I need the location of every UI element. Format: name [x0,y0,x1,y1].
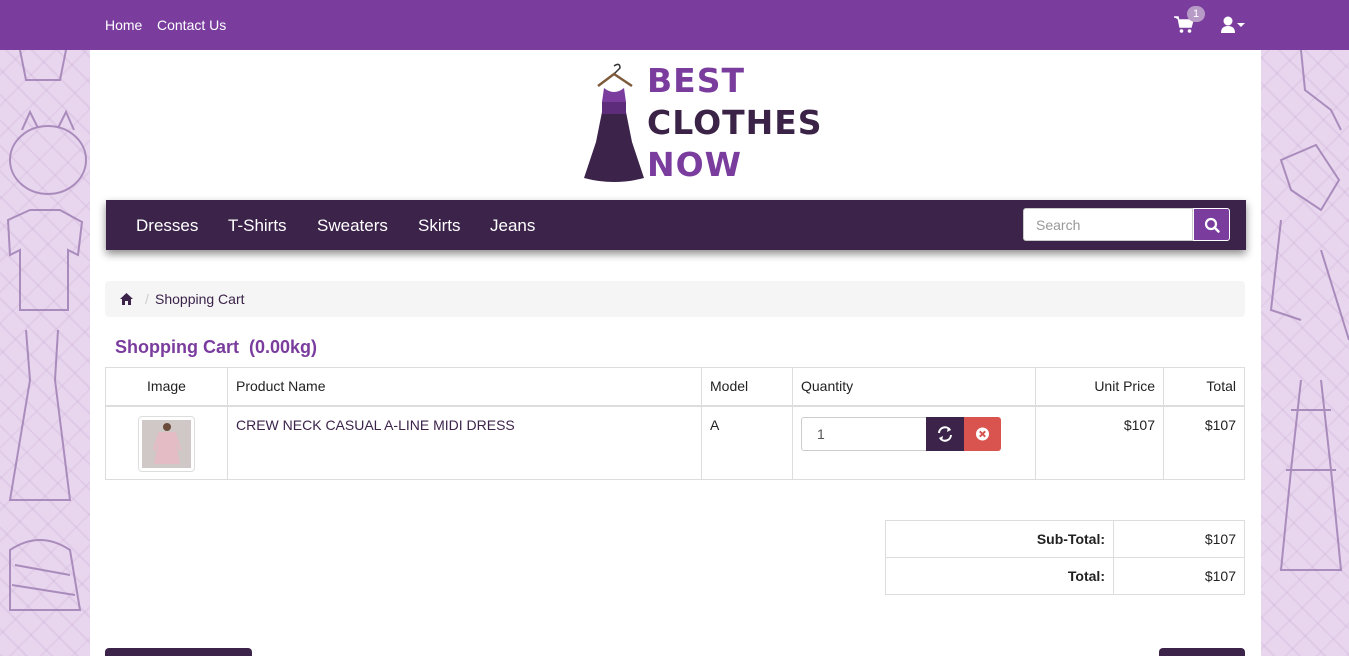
column-header-quantity: Quantity [792,367,1036,407]
total-label: Total: [885,557,1114,595]
nav-item-dresses[interactable]: Dresses [136,216,198,236]
cart-table-header: Image Product Name Model Quantity Unit P… [105,367,1245,407]
home-icon[interactable] [120,293,133,305]
logo-line-best: BEST [647,61,745,100]
breadcrumb-item-shopping-cart[interactable]: Shopping Cart [155,291,245,307]
model-cell: A [701,405,793,480]
remove-circle-icon [976,427,989,440]
subtotal-value: $107 [1113,520,1245,558]
breadcrumb: / Shopping Cart [105,281,1245,317]
quantity-group [801,416,1001,451]
column-header-unit-price: Unit Price [1035,367,1164,407]
update-quantity-button[interactable] [926,416,964,451]
table-row: CREW NECK CASUAL A-LINE MIDI DRESS A 1 $… [105,405,1245,480]
category-nav: Dresses T-Shirts Sweaters Skirts Jeans [106,200,1246,250]
product-image-cell [105,405,228,480]
contact-us-link[interactable]: Contact Us [157,17,226,33]
background-pattern-left [6,50,87,611]
caret-down-icon [1237,23,1245,27]
product-name-cell: CREW NECK CASUAL A-LINE MIDI DRESS [227,405,702,480]
subtotal-label: Sub-Total: [885,520,1114,558]
checkout-button[interactable] [1159,648,1245,656]
page-title: Shopping Cart (0.00kg) [115,337,318,357]
column-header-image: Image [105,367,228,407]
refresh-icon [938,425,952,442]
search-icon [1204,217,1220,233]
logo-line-clothes: CLOTHES [647,103,823,142]
breadcrumb-separator: / [145,291,149,307]
search-input[interactable] [1023,208,1193,241]
background-pattern-right [1269,50,1349,571]
unit-price-cell: $107 [1035,405,1164,480]
product-name-link[interactable]: CREW NECK CASUAL A-LINE MIDI DRESS [236,417,515,433]
total-value: $107 [1113,557,1245,595]
cart-count-badge: 1 [1187,6,1205,22]
quantity-cell [792,405,1036,480]
column-header-product-name: Product Name [227,367,702,407]
cart-table: Image Product Name Model Quantity Unit P… [105,367,1245,480]
row-total-cell: $107 [1163,405,1245,480]
continue-shopping-button[interactable] [105,648,252,656]
nav-item-t-shirts[interactable]: T-Shirts [228,216,287,236]
nav-item-sweaters[interactable]: Sweaters [317,216,388,236]
logo-text: BEST CLOTHES NOW [647,60,823,186]
product-thumbnail[interactable] [138,415,195,472]
top-bar: Home Contact Us 1 [0,0,1349,50]
home-link[interactable]: Home [105,17,142,33]
nav-item-skirts[interactable]: Skirts [418,216,461,236]
total-row: Total: $107 [885,557,1245,595]
column-header-total: Total [1163,367,1245,407]
remove-item-button[interactable] [964,416,1001,451]
column-header-model: Model [701,367,793,407]
totals-table: Sub-Total: $107 Total: $107 [885,520,1245,595]
search-button[interactable] [1193,208,1230,241]
quantity-input[interactable] [801,416,927,451]
nav-item-jeans[interactable]: Jeans [490,216,535,236]
logo-line-now: NOW [647,145,743,184]
subtotal-row: Sub-Total: $107 [885,520,1245,558]
user-icon[interactable] [1221,16,1247,34]
